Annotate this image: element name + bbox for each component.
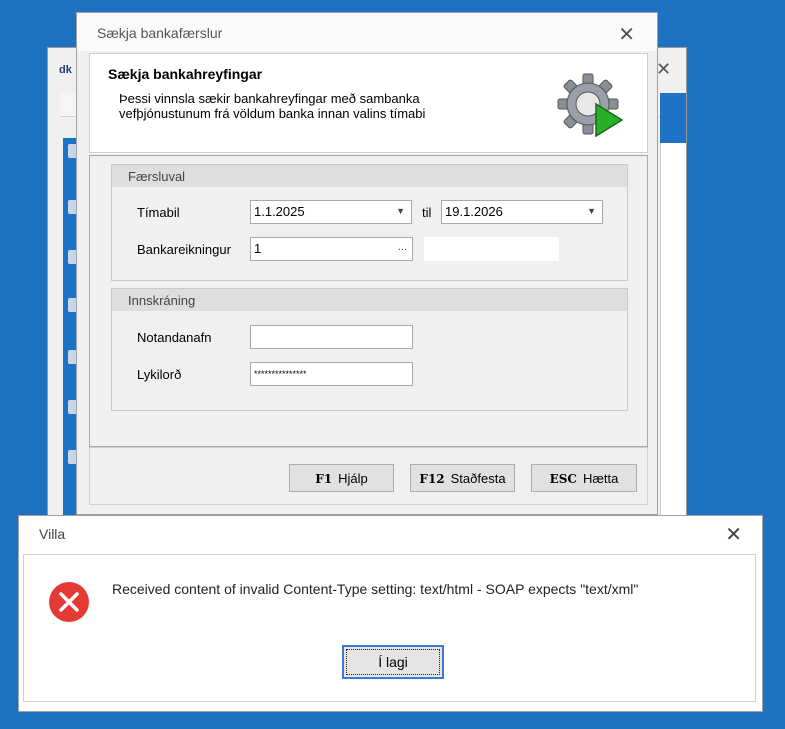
gear-play-icon [557, 73, 624, 138]
dropdown-arrow-icon[interactable]: ▼ [396, 206, 405, 216]
help-button[interactable]: F1 Hjálp [289, 464, 394, 492]
bank-account-field[interactable]: 1 ... [250, 237, 413, 261]
button-bar: F1 Hjálp F12 Staðfesta ESC Hætta [89, 447, 648, 505]
from-date-value: 1.1.2025 [254, 204, 305, 219]
error-message: Received content of invalid Content-Type… [112, 581, 639, 597]
background-close-icon[interactable]: ✕ [656, 59, 671, 80]
confirm-label: Staðfesta [450, 471, 506, 486]
help-label: Hjálp [338, 471, 368, 486]
error-dialog-body: Received content of invalid Content-Type… [23, 554, 756, 702]
help-key: F1 [315, 472, 333, 486]
dropdown-arrow-icon[interactable]: ▼ [587, 206, 596, 216]
header-title: Sækja bankahreyfingar [108, 66, 263, 82]
from-date-combobox[interactable]: 1.1.2025 ▼ [250, 200, 412, 224]
header-description-line: vefþjónustunum frá völdum banka innan va… [119, 106, 426, 121]
username-input[interactable] [250, 325, 413, 349]
username-label: Notandanafn [137, 330, 212, 345]
cancel-key: ESC [549, 472, 577, 486]
period-label: Tímabil [137, 205, 180, 220]
ok-label: Í lagi [346, 649, 440, 675]
close-icon[interactable]: ✕ [618, 22, 635, 47]
cancel-button[interactable]: ESC Hætta [531, 464, 637, 492]
password-label: Lykilorð [137, 367, 182, 382]
ok-button[interactable]: Í lagi [342, 645, 444, 679]
to-date-combobox[interactable]: 19.1.2026 ▼ [441, 200, 603, 224]
content-panel: Færsluval Tímabil 1.1.2025 ▼ til 19.1.20… [89, 155, 648, 447]
dialog-title: Sækja bankafærslur [97, 25, 223, 41]
password-input[interactable]: *************** [250, 362, 413, 386]
dialog-titlebar: Sækja bankafærslur ✕ [77, 13, 657, 51]
background-accent-panel [660, 93, 686, 143]
confirm-key: F12 [419, 472, 445, 486]
to-date-value: 19.1.2026 [445, 204, 503, 219]
background-content-panel [660, 143, 686, 543]
dialog-header: Sækja bankahreyfingar Þessi vinnsla sæki… [89, 53, 648, 153]
header-description: Þessi vinnsla sækir bankahreyfingar með … [119, 91, 519, 121]
error-dialog-title: Villa [39, 526, 66, 542]
ellipsis-button[interactable]: ... [398, 241, 407, 253]
background-app-title: dk [59, 64, 72, 76]
fetch-bank-transactions-dialog: Sækja bankafærslur ✕ Sækja bankahreyfing… [76, 12, 658, 515]
to-label: til [422, 205, 432, 220]
error-dialog: Villa ✕ Received content of invalid Cont… [18, 515, 763, 712]
login-group: Innskráning Notandanafn Lykilorð *******… [111, 288, 628, 411]
transaction-selection-group: Færsluval Tímabil 1.1.2025 ▼ til 19.1.20… [111, 164, 628, 281]
bank-account-description [424, 237, 559, 261]
cancel-label: Hætta [582, 471, 619, 486]
error-icon [49, 582, 89, 622]
confirm-button[interactable]: F12 Staðfesta [410, 464, 515, 492]
close-icon[interactable]: ✕ [725, 522, 742, 547]
group-header: Innskráning [112, 289, 627, 311]
header-description-line: Þessi vinnsla sækir bankahreyfingar með … [119, 91, 420, 106]
group-header: Færsluval [112, 165, 627, 187]
bank-account-label: Bankareikningur [137, 242, 231, 257]
bank-account-value: 1 [254, 241, 262, 256]
